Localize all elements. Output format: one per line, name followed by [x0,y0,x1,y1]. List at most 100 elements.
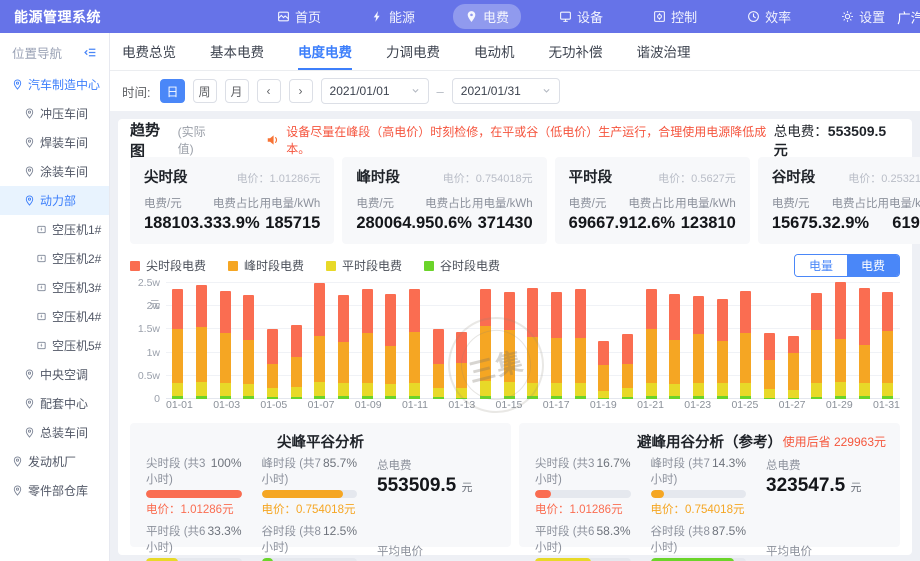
bar-01-10 [385,294,396,399]
bar-segment-谷时段电费 [504,396,515,399]
sidebar-item-总装车间[interactable]: 总装车间 [0,418,109,447]
next-period-button[interactable]: › [289,79,313,103]
nav-item-效率[interactable]: 效率 [735,4,803,29]
tab-谐波治理[interactable]: 谐波治理 [637,33,691,70]
sidebar-item-label: 汽车制造中心 [28,76,100,93]
bar-segment-平时段电费 [504,382,515,397]
bar-segment-谷时段电费 [859,396,870,399]
page-body: 趋势图 (实际值) 设备尽量在峰段（高电价）时刻检修，在平或谷（低电价）生产运行… [110,111,920,561]
metric-label: 电费占比 [831,195,877,211]
sidebar-collapse-icon[interactable] [84,46,97,59]
x-tick-label: 01-05 [260,399,287,415]
sidebar-item-空压机1#[interactable]: 空压机1# [0,215,109,244]
sidebar-item-label: 冲压车间 [40,105,88,122]
time-unit-周[interactable]: 周 [193,79,217,103]
x-tick-label [334,399,354,415]
time-unit-日[interactable]: 日 [160,79,184,103]
bar-segment-峰时段电费 [220,333,231,383]
toggle-电费[interactable]: 电费 [847,255,899,276]
sidebar-item-中央空调[interactable]: 中央空调 [0,360,109,389]
metric-value: 185715 [260,214,321,233]
bar-slot-01-05 [261,283,285,399]
toggle-电量[interactable]: 电量 [795,255,847,276]
sidebar-item-空压机4#[interactable]: 空压机4# [0,302,109,331]
nav-item-控制[interactable]: 控制 [641,4,709,29]
progress-percent: 12.5% [323,524,357,538]
bar-01-19 [598,341,609,399]
sidebar-item-空压机5#[interactable]: 空压机5# [0,331,109,360]
prev-period-button[interactable]: ‹ [257,79,281,103]
legend-item-峰时段电费[interactable]: 峰时段电费 [228,257,304,274]
metric-label: 用电量/kWh [260,195,321,211]
tab-电度电费[interactable]: 电度电费 [298,33,352,70]
sidebar-item-汽车制造中心[interactable]: 汽车制造中心 [0,70,109,99]
sidebar-item-零件部仓库[interactable]: 零件部仓库 [0,476,109,505]
nav-item-设备[interactable]: 设备 [547,4,615,29]
sidebar-item-动力部[interactable]: 动力部 [0,186,109,215]
nav-item-设置[interactable]: 设置 [829,4,897,29]
bar-segment-平时段电费 [693,383,704,396]
sidebar-item-发动机厂[interactable]: 发动机厂 [0,447,109,476]
metric-value: 33.9% [213,214,260,233]
time-unit-月[interactable]: 月 [225,79,249,103]
sidebar-item-涂装车间[interactable]: 涂装车间 [0,157,109,186]
progress-fill [651,490,665,498]
bar-slot-01-13 [450,283,474,399]
bar-segment-尖时段电费 [882,292,893,331]
sidebar-item-空压机3#[interactable]: 空压机3# [0,273,109,302]
progress-header: 谷时段 (共8小时)12.5% [262,523,358,555]
progress-header: 谷时段 (共8小时)87.5% [651,523,747,555]
bar-segment-峰时段电费 [409,332,420,383]
bar-segment-平时段电费 [717,383,728,397]
metric-电费占比: 电费占比12.6% [628,195,675,233]
stat-card-谷时段: 谷时段电价：0.253215元电费/元15675.3电费占比2.9%用电量/kW… [758,157,920,244]
bar-segment-平时段电费 [669,384,680,397]
bar-segment-谷时段电费 [314,396,325,399]
sidebar-item-label: 配套中心 [40,395,88,412]
sidebar-item-空压机2#[interactable]: 空压机2# [0,244,109,273]
compressor-icon [36,282,47,293]
metric-label: 电费占比 [213,195,260,211]
bar-segment-平时段电费 [788,390,799,397]
date-to-select[interactable]: 2021/01/31 [452,78,560,104]
sidebar-item-冲压车间[interactable]: 冲压车间 [0,99,109,128]
metric-label: 用电量/kWh [877,195,920,211]
stat-label: 总电费 [766,457,884,473]
bar-slot-01-11 [403,283,427,399]
nav-item-首页[interactable]: 首页 [265,4,333,29]
sidebar-item-label: 总装车间 [40,424,88,441]
period-name: 平时段 [569,166,613,187]
tenant-dropdown[interactable]: 广汽菲亚特 [897,7,920,27]
bar-segment-谷时段电费 [788,398,799,399]
bar-segment-峰时段电费 [764,360,775,389]
legend-label: 尖时段电费 [146,257,206,274]
stat-metrics: 电费/元280064.9电费占比50.6%用电量/kWh371430 [356,195,532,233]
sidebar-item-label: 发动机厂 [28,453,76,470]
tab-电动机[interactable]: 电动机 [474,33,515,70]
metric-value: 69667.9 [569,214,629,233]
tab-无功补偿[interactable]: 无功补偿 [549,33,603,70]
progress-track [146,490,242,498]
tab-力调电费[interactable]: 力调电费 [386,33,440,70]
legend-item-平时段电费[interactable]: 平时段电费 [326,257,402,274]
tab-电费总览[interactable]: 电费总览 [122,33,176,70]
legend-item-谷时段电费[interactable]: 谷时段电费 [424,257,500,274]
bar-segment-峰时段电费 [551,338,562,384]
date-from-select[interactable]: 2021/01/01 [321,78,429,104]
nav-item-能源[interactable]: 能源 [359,4,427,29]
bar-01-24 [717,299,728,399]
bar-segment-平时段电费 [646,383,657,396]
progress-price: 电价：0.754018元 [262,501,358,517]
nav-item-电费[interactable]: 电费 [453,4,521,29]
progress-label: 峰时段 (共7小时) [262,455,323,487]
bar-segment-谷时段电费 [362,396,373,399]
location-icon [12,79,23,90]
sidebar-title: 位置导航 [12,43,62,62]
stat-card-尖时段: 尖时段电价：1.01286元电费/元188103.3电费占比33.9%用电量/k… [130,157,334,244]
sidebar-item-焊装车间[interactable]: 焊装车间 [0,128,109,157]
tab-基本电费[interactable]: 基本电费 [210,33,264,70]
bar-segment-尖时段电费 [575,289,586,339]
x-tick-label [522,399,542,415]
sidebar-item-配套中心[interactable]: 配套中心 [0,389,109,418]
legend-item-尖时段电费[interactable]: 尖时段电费 [130,257,206,274]
